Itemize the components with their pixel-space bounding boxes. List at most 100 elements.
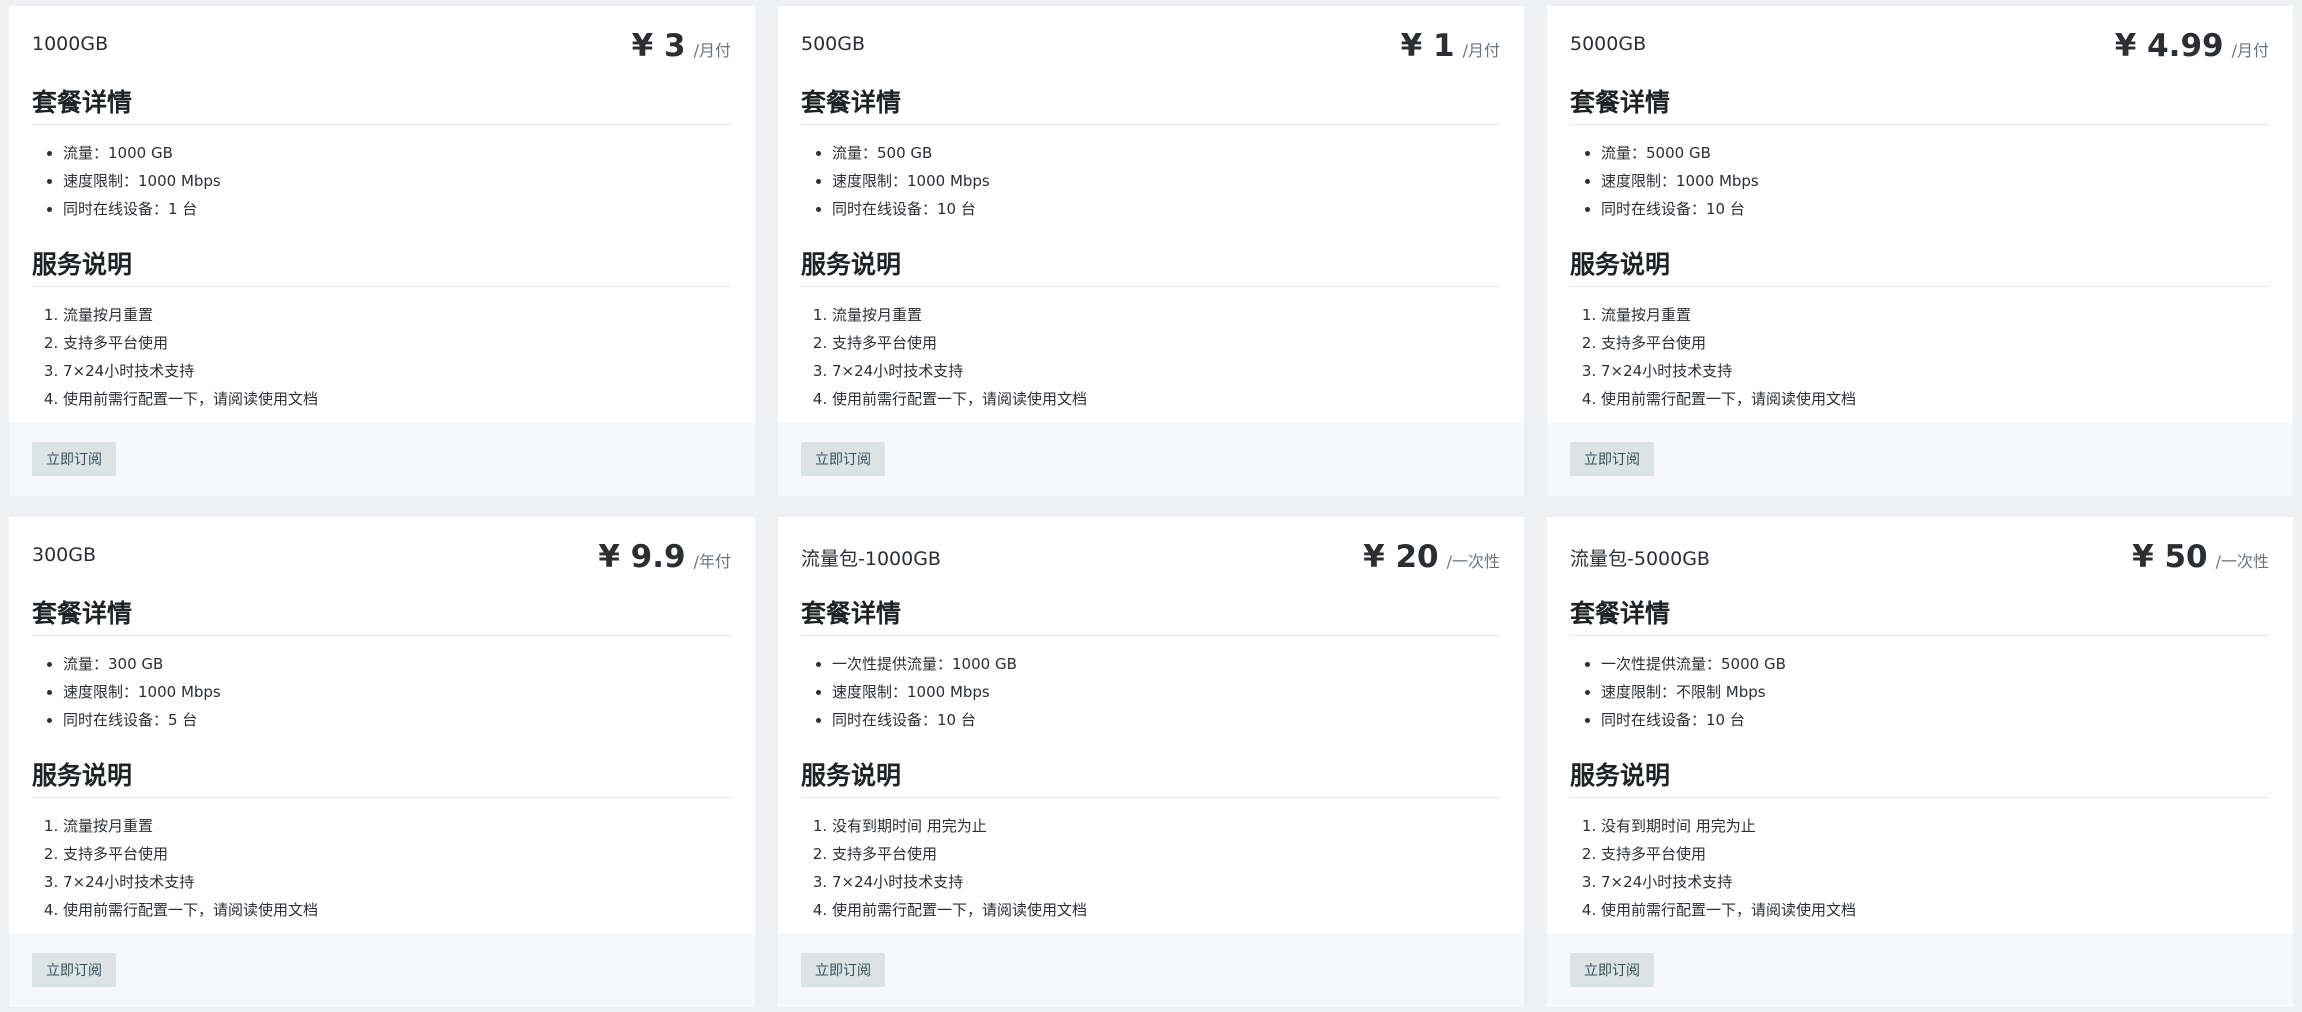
- plan-grid: 1000GB ¥ 3 /月付 套餐详情 流量：1000 GB 速度限制：1000…: [9, 6, 2293, 1007]
- service-item: 使用前需行配置一下，请阅读使用文档: [1601, 896, 2269, 924]
- service-list: 流量按月重置 支持多平台使用 7×24小时技术支持 使用前需行配置一下，请阅读使…: [801, 301, 1500, 413]
- plan-header: 300GB ¥ 9.9 /年付: [32, 539, 731, 587]
- details-item: 速度限制：1000 Mbps: [832, 678, 1500, 706]
- details-list: 流量：500 GB 速度限制：1000 Mbps 同时在线设备：10 台: [801, 139, 1500, 223]
- plan-price: ¥ 1: [1400, 28, 1455, 64]
- service-item: 使用前需行配置一下，请阅读使用文档: [63, 385, 731, 413]
- plan-footer: 立即订阅: [1547, 422, 2293, 496]
- details-heading: 套餐详情: [801, 83, 1500, 125]
- details-list: 流量：300 GB 速度限制：1000 Mbps 同时在线设备：5 台: [32, 650, 731, 734]
- plan-name: 5000GB: [1570, 33, 1647, 55]
- plan-footer: 立即订阅: [1547, 933, 2293, 1007]
- subscribe-button[interactable]: 立即订阅: [1570, 442, 1654, 476]
- plan-price-group: ¥ 50 /一次性: [2132, 539, 2269, 575]
- details-list: 流量：5000 GB 速度限制：1000 Mbps 同时在线设备：10 台: [1570, 139, 2269, 223]
- details-list: 流量：1000 GB 速度限制：1000 Mbps 同时在线设备：1 台: [32, 139, 731, 223]
- plan-card: 1000GB ¥ 3 /月付 套餐详情 流量：1000 GB 速度限制：1000…: [9, 6, 755, 496]
- details-item: 同时在线设备：10 台: [832, 706, 1500, 734]
- service-item: 支持多平台使用: [63, 840, 731, 868]
- service-heading: 服务说明: [32, 756, 731, 798]
- service-list: 流量按月重置 支持多平台使用 7×24小时技术支持 使用前需行配置一下，请阅读使…: [1570, 301, 2269, 413]
- service-heading: 服务说明: [801, 756, 1500, 798]
- subscribe-button[interactable]: 立即订阅: [32, 953, 116, 987]
- details-item: 同时在线设备：10 台: [1601, 706, 2269, 734]
- plan-header: 流量包-5000GB ¥ 50 /一次性: [1570, 539, 2269, 587]
- service-item: 流量按月重置: [832, 301, 1500, 329]
- service-item: 支持多平台使用: [832, 329, 1500, 357]
- details-item: 流量：5000 GB: [1601, 139, 2269, 167]
- service-heading: 服务说明: [32, 245, 731, 287]
- service-list: 流量按月重置 支持多平台使用 7×24小时技术支持 使用前需行配置一下，请阅读使…: [32, 812, 731, 924]
- plan-footer: 立即订阅: [778, 422, 1524, 496]
- service-heading: 服务说明: [801, 245, 1500, 287]
- details-item: 一次性提供流量：1000 GB: [832, 650, 1500, 678]
- plan-name: 1000GB: [32, 33, 109, 55]
- subscribe-button[interactable]: 立即订阅: [32, 442, 116, 476]
- subscribe-button[interactable]: 立即订阅: [801, 442, 885, 476]
- details-heading: 套餐详情: [801, 594, 1500, 636]
- plan-footer: 立即订阅: [778, 933, 1524, 1007]
- plan-price: ¥ 9.9: [598, 539, 686, 575]
- service-item: 支持多平台使用: [63, 329, 731, 357]
- plan-card: 流量包-5000GB ¥ 50 /一次性 套餐详情 一次性提供流量：5000 G…: [1547, 517, 2293, 1007]
- subscribe-button[interactable]: 立即订阅: [801, 953, 885, 987]
- plan-header: 5000GB ¥ 4.99 /月付: [1570, 28, 2269, 76]
- plan-card-body: 500GB ¥ 1 /月付 套餐详情 流量：500 GB 速度限制：1000 M…: [778, 6, 1524, 422]
- details-heading: 套餐详情: [32, 594, 731, 636]
- plan-price-group: ¥ 3 /月付: [632, 28, 731, 64]
- plan-price-group: ¥ 9.9 /年付: [598, 539, 731, 575]
- plan-card-body: 300GB ¥ 9.9 /年付 套餐详情 流量：300 GB 速度限制：1000…: [9, 517, 755, 933]
- plan-period: /一次性: [1446, 552, 1500, 571]
- plan-price-group: ¥ 20 /一次性: [1363, 539, 1500, 575]
- plan-card: 300GB ¥ 9.9 /年付 套餐详情 流量：300 GB 速度限制：1000…: [9, 517, 755, 1007]
- details-heading: 套餐详情: [32, 83, 731, 125]
- service-item: 流量按月重置: [63, 812, 731, 840]
- plan-header: 1000GB ¥ 3 /月付: [32, 28, 731, 76]
- details-item: 速度限制：不限制 Mbps: [1601, 678, 2269, 706]
- details-item: 流量：500 GB: [832, 139, 1500, 167]
- plan-price: ¥ 3: [631, 28, 686, 64]
- plan-card: 5000GB ¥ 4.99 /月付 套餐详情 流量：5000 GB 速度限制：1…: [1547, 6, 2293, 496]
- service-item: 使用前需行配置一下，请阅读使用文档: [832, 896, 1500, 924]
- plan-price-group: ¥ 4.99 /月付: [2115, 28, 2269, 64]
- service-item: 没有到期时间 用完为止: [832, 812, 1500, 840]
- service-item: 流量按月重置: [1601, 301, 2269, 329]
- subscribe-button[interactable]: 立即订阅: [1570, 953, 1654, 987]
- plan-card-body: 5000GB ¥ 4.99 /月付 套餐详情 流量：5000 GB 速度限制：1…: [1547, 6, 2293, 422]
- details-list: 一次性提供流量：1000 GB 速度限制：1000 Mbps 同时在线设备：10…: [801, 650, 1500, 734]
- service-item: 使用前需行配置一下，请阅读使用文档: [1601, 385, 2269, 413]
- service-item: 7×24小时技术支持: [63, 357, 731, 385]
- service-item: 流量按月重置: [63, 301, 731, 329]
- plan-footer: 立即订阅: [9, 933, 755, 1007]
- service-list: 流量按月重置 支持多平台使用 7×24小时技术支持 使用前需行配置一下，请阅读使…: [32, 301, 731, 413]
- plan-price: ¥ 4.99: [2114, 28, 2224, 64]
- service-item: 没有到期时间 用完为止: [1601, 812, 2269, 840]
- plan-card: 500GB ¥ 1 /月付 套餐详情 流量：500 GB 速度限制：1000 M…: [778, 6, 1524, 496]
- plan-period: /月付: [2231, 41, 2269, 60]
- details-heading: 套餐详情: [1570, 83, 2269, 125]
- plan-period: /月付: [1462, 41, 1500, 60]
- service-item: 支持多平台使用: [832, 840, 1500, 868]
- service-item: 7×24小时技术支持: [63, 868, 731, 896]
- details-item: 速度限制：1000 Mbps: [63, 167, 731, 195]
- plan-period: /月付: [693, 41, 731, 60]
- plan-price-group: ¥ 1 /月付: [1401, 28, 1500, 64]
- details-item: 一次性提供流量：5000 GB: [1601, 650, 2269, 678]
- details-item: 速度限制：1000 Mbps: [1601, 167, 2269, 195]
- service-item: 7×24小时技术支持: [1601, 868, 2269, 896]
- plan-footer: 立即订阅: [9, 422, 755, 496]
- details-item: 流量：300 GB: [63, 650, 731, 678]
- details-item: 速度限制：1000 Mbps: [63, 678, 731, 706]
- details-heading: 套餐详情: [1570, 594, 2269, 636]
- plan-name: 500GB: [801, 33, 866, 55]
- plan-name: 流量包-1000GB: [801, 548, 941, 570]
- plan-period: /年付: [693, 552, 731, 571]
- plan-name: 流量包-5000GB: [1570, 548, 1710, 570]
- plan-period: /一次性: [2215, 552, 2269, 571]
- service-item: 使用前需行配置一下，请阅读使用文档: [832, 385, 1500, 413]
- plan-price: ¥ 20: [1363, 539, 1439, 575]
- service-item: 7×24小时技术支持: [832, 868, 1500, 896]
- service-item: 7×24小时技术支持: [832, 357, 1500, 385]
- plan-card-body: 流量包-5000GB ¥ 50 /一次性 套餐详情 一次性提供流量：5000 G…: [1547, 517, 2293, 933]
- details-item: 同时在线设备：10 台: [1601, 195, 2269, 223]
